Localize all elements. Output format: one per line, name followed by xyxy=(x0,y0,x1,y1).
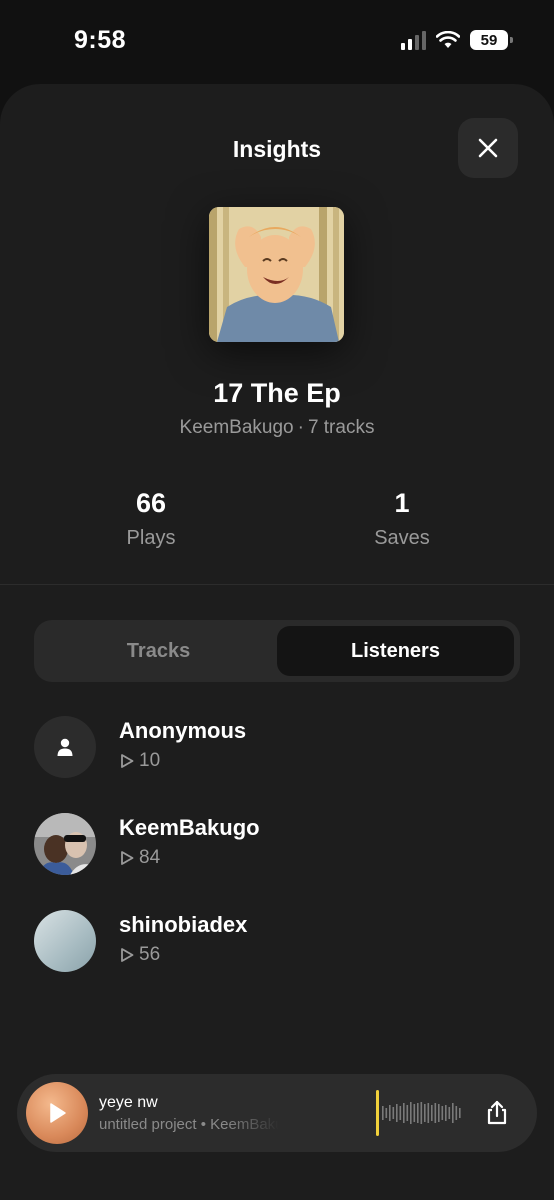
album-track-count: 7 tracks xyxy=(307,417,375,438)
close-button[interactable] xyxy=(458,118,518,178)
listener-name: shinobiadex xyxy=(119,912,248,937)
listener-play-count: 10 xyxy=(139,750,161,771)
tab-tracks[interactable]: Tracks xyxy=(40,626,277,676)
listener-play-count: 56 xyxy=(139,944,161,965)
divider xyxy=(0,584,554,585)
saves-label: Saves xyxy=(374,527,430,549)
album-artist: KeemBakugo xyxy=(179,417,294,438)
now-playing-subtitle: untitled project • KeemBakugo xyxy=(99,1116,279,1133)
now-playing-title: yeye nw xyxy=(99,1094,158,1111)
separator: · xyxy=(297,417,304,438)
segmented-control: Tracks Listeners xyxy=(34,620,520,682)
plays-value: 66 xyxy=(135,488,167,518)
play-count-icon xyxy=(121,851,134,865)
close-icon xyxy=(478,138,498,158)
listener-name: Anonymous xyxy=(119,718,247,743)
tab-listeners[interactable]: Listeners xyxy=(277,626,514,676)
listener-row[interactable]: KeemBakugo 84 xyxy=(34,813,514,875)
listener-plays: 56 xyxy=(119,944,160,966)
avatar xyxy=(34,813,96,875)
waveform[interactable] xyxy=(375,1088,465,1138)
play-count-icon xyxy=(121,948,134,962)
album-subtitle: KeemBakugo · 7 tracks xyxy=(0,417,554,439)
wifi-icon xyxy=(436,31,460,48)
listener-play-count: 84 xyxy=(139,847,161,868)
cellular-signal-icon xyxy=(401,30,426,50)
listener-plays: 84 xyxy=(119,847,160,869)
play-icon xyxy=(50,1103,66,1123)
mini-player[interactable]: yeye nw untitled project • KeemBakugo xyxy=(17,1074,537,1152)
play-button[interactable] xyxy=(26,1082,88,1144)
listener-plays: 10 xyxy=(119,750,160,772)
listener-row[interactable]: shinobiadex 56 xyxy=(34,910,514,972)
battery-indicator: 59 xyxy=(470,30,513,50)
person-icon xyxy=(57,738,73,756)
album-cover xyxy=(209,207,344,342)
status-time: 9:58 xyxy=(74,26,127,54)
saves-value: 1 xyxy=(394,488,410,518)
saves-stat: 1 Saves xyxy=(302,488,502,550)
insights-sheet: Insights 17 The Ep KeemBakugo · 7 tracks 6… xyxy=(0,84,554,1200)
share-icon[interactable] xyxy=(483,1099,511,1127)
play-count-icon xyxy=(121,754,134,768)
plays-label: Plays xyxy=(126,527,176,549)
status-icons: 59 xyxy=(401,30,513,50)
album-title: 17 The Ep xyxy=(213,378,341,408)
listener-name: KeemBakugo xyxy=(119,815,260,840)
plays-stat: 66 Plays xyxy=(51,488,251,550)
listener-row[interactable]: Anonymous 10 xyxy=(34,716,514,778)
avatar xyxy=(34,716,96,778)
status-bar: 9:58 59 xyxy=(0,0,554,84)
avatar xyxy=(34,910,96,972)
